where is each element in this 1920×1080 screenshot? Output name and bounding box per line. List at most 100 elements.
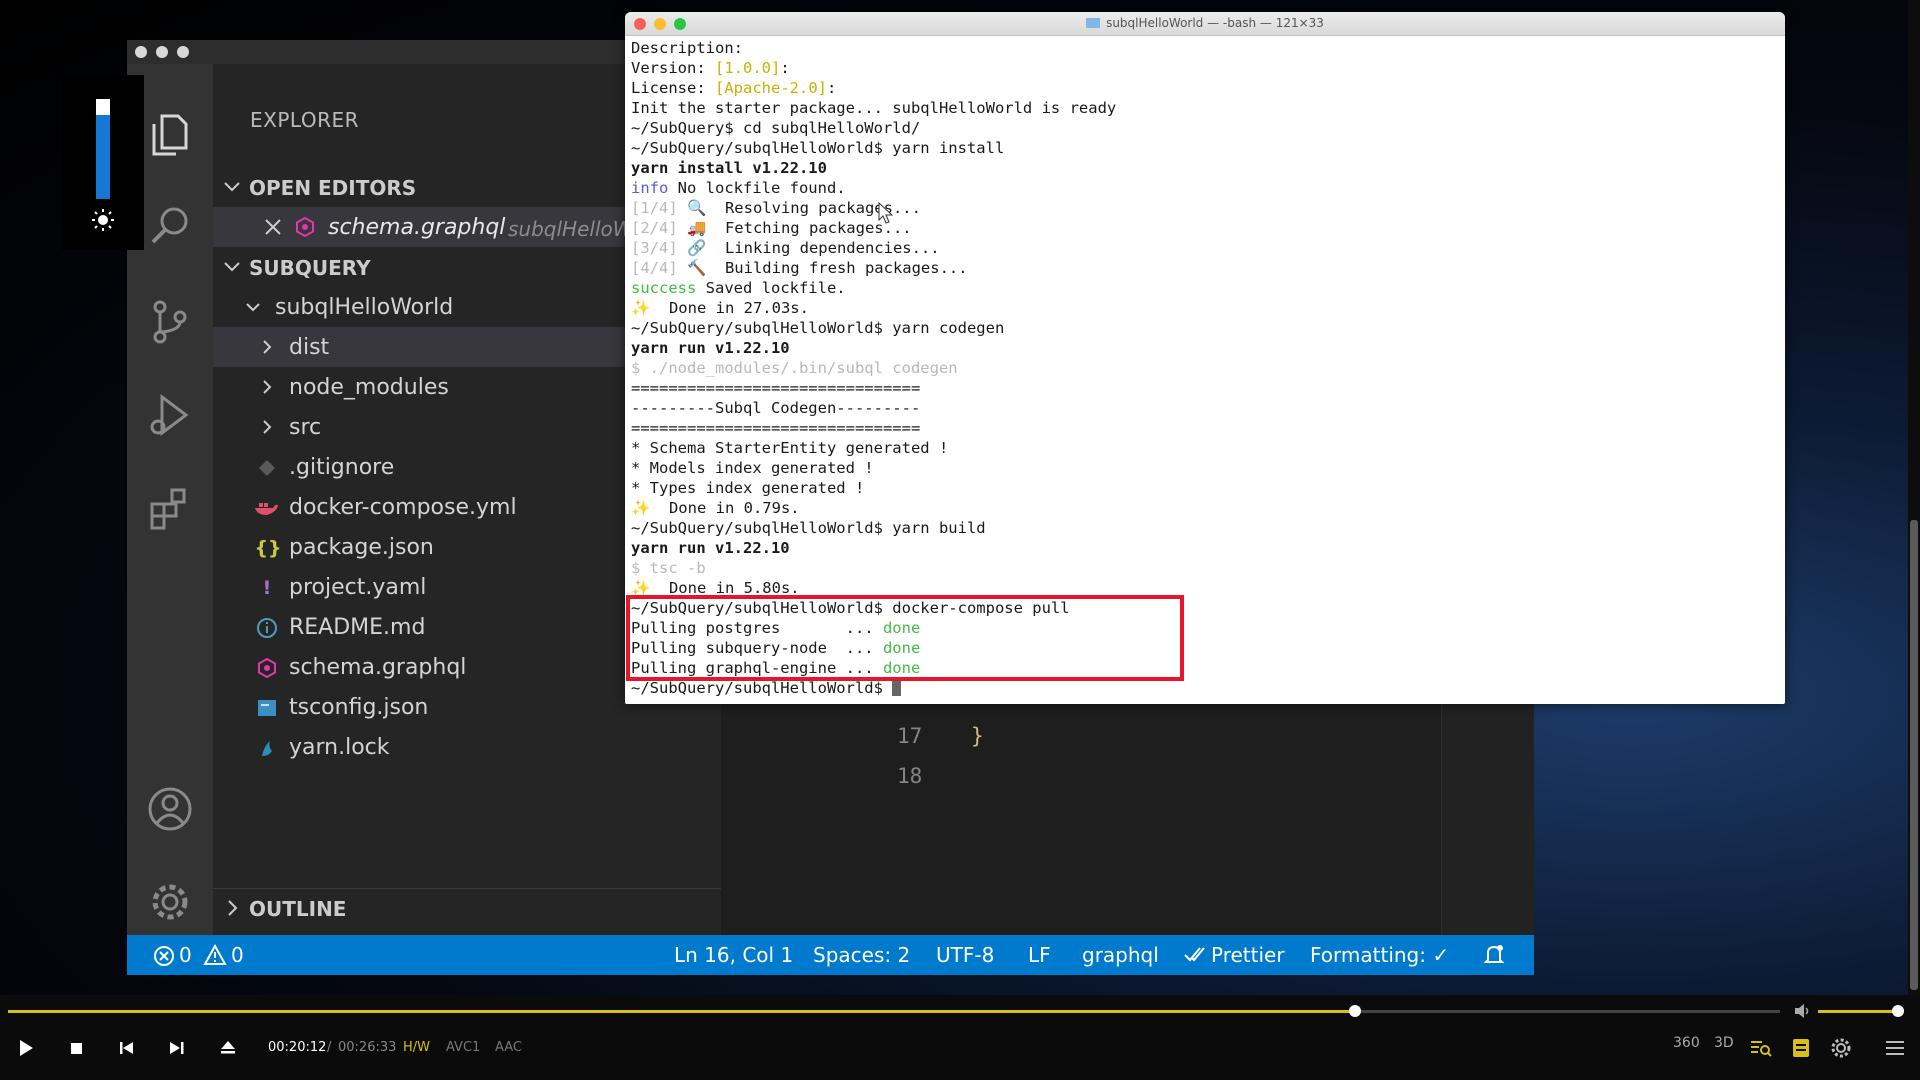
json-braces-icon: {} (254, 537, 282, 559)
terminal-line: ~/SubQuery$ cd subqlHelloWorld/ (631, 118, 1771, 138)
settings-gear-icon[interactable] (144, 876, 196, 928)
error-count[interactable]: 0 (179, 943, 192, 967)
volume-slider[interactable] (1818, 1010, 1900, 1013)
warning-icon[interactable] (203, 944, 227, 966)
terminal-text: Version: (631, 59, 715, 77)
extensions-icon[interactable] (144, 482, 196, 534)
tree-item-label: .gitignore (289, 455, 395, 480)
tree-item-label: README.md (289, 615, 426, 640)
terminal-text: Init the starter package... subqlHelloWo… (631, 99, 1117, 117)
eject-icon[interactable] (215, 1035, 241, 1061)
next-icon[interactable] (164, 1035, 190, 1061)
cursor-position[interactable]: Ln 16, Col 1 (674, 943, 793, 967)
terminal-line: * Types index generated ! (631, 478, 1771, 498)
open-editors-label: OPEN EDITORS (249, 176, 417, 200)
terminal-line: [1/4] 🔍 Resolving packages... (631, 198, 1771, 218)
terminal-text: [2/4] (631, 219, 678, 237)
previous-icon[interactable] (113, 1035, 139, 1061)
indentation[interactable]: Spaces: 2 (813, 943, 910, 967)
terminal-text: * Types index generated ! (631, 479, 865, 497)
terminal-text: [1.0.0] (715, 59, 781, 77)
end-of-line[interactable]: LF (1028, 943, 1051, 967)
tree-item-label: schema.graphql (289, 655, 467, 680)
file-encoding[interactable]: UTF-8 (936, 943, 994, 967)
mode-360-button[interactable]: 360 (1673, 1035, 1700, 1051)
terminal-cursor (892, 680, 902, 696)
menu-hamburger-icon[interactable] (1882, 1035, 1908, 1061)
terminal-text: ~/SubQuery/subqlHelloWorld$ yarn codegen (631, 319, 1005, 337)
double-check-icon (1184, 947, 1205, 962)
subquery-label: SUBQUERY (249, 256, 371, 280)
git-file-icon (259, 460, 275, 476)
terminal-text: =============================== (631, 419, 921, 437)
terminal-text: ✨ (631, 499, 651, 517)
current-time: 00:20:12 (268, 1040, 327, 1055)
run-debug-icon[interactable] (144, 389, 196, 441)
source-control-icon[interactable] (144, 295, 196, 347)
volume-handle[interactable] (1892, 1005, 1904, 1017)
media-player-controls: 00:20:12 / 00:26:33 H/W AVC1 AAC 360 3D (0, 995, 1920, 1080)
play-icon[interactable] (12, 1035, 38, 1061)
video-frame[interactable]: EXPLORER OPEN EDITORS schema.graphql sub… (0, 0, 1920, 995)
terminal-line: * Schema StarterEntity generated ! (631, 438, 1771, 458)
window-zoom-dot[interactable] (177, 46, 189, 58)
info-icon (257, 618, 277, 638)
explorer-files-icon[interactable] (144, 108, 196, 160)
terminal-text: No lockfile found. (668, 179, 846, 197)
terminal-text: [1/4] (631, 199, 678, 217)
graphql-icon (296, 216, 314, 238)
prettier-status[interactable]: Prettier (1211, 943, 1285, 967)
hw-decode-badge[interactable]: H/W (403, 1040, 430, 1055)
playlist-search-icon[interactable] (1748, 1035, 1774, 1061)
video-codec-badge[interactable]: AVC1 (446, 1040, 480, 1055)
terminal-line: $ ./node_modules/.bin/subql codegen (631, 358, 1771, 378)
formatting-status[interactable]: Formatting: ✓ (1310, 943, 1449, 967)
brightness-osd (62, 75, 144, 250)
tree-item-label: dist (289, 335, 330, 360)
terminal-line: Version: [1.0.0]: (631, 58, 1771, 78)
window-minimize-dot[interactable] (156, 46, 168, 58)
volume-icon[interactable] (1793, 1002, 1811, 1020)
terminal-line: ✨ Done in 27.03s. (631, 298, 1771, 318)
yarn-icon (262, 741, 272, 756)
window-close-dot[interactable] (135, 46, 147, 58)
warning-count[interactable]: 0 (231, 943, 244, 967)
audio-codec-badge[interactable]: AAC (495, 1040, 522, 1055)
mouse-pointer-icon (878, 202, 894, 224)
code-brace: } (971, 724, 984, 748)
terminal-text: * Schema StarterEntity generated ! (631, 439, 949, 457)
mode-3d-button[interactable]: 3D (1714, 1035, 1734, 1051)
terminal-text: * Models index generated ! (631, 459, 874, 477)
terminal-text: [3/4] (631, 239, 678, 257)
close-icon[interactable] (263, 217, 283, 237)
seek-handle[interactable] (1349, 1005, 1361, 1017)
open-editor-filename: schema.graphql (328, 215, 506, 240)
error-icon[interactable] (153, 945, 175, 967)
outline-section[interactable]: OUTLINE (213, 888, 721, 926)
settings-gear-icon[interactable] (1828, 1035, 1854, 1061)
search-icon[interactable] (144, 201, 196, 253)
tree-item-label: src (289, 415, 322, 440)
tree-file-yarn-lock[interactable]: yarn.lock (213, 727, 721, 767)
account-icon[interactable] (144, 783, 196, 835)
terminal-text: info (631, 179, 669, 197)
status-bar: 0 0 Ln 16, Col 1 Spaces: 2 UTF-8 LF grap… (127, 935, 1534, 975)
chevron-down-icon (224, 182, 240, 192)
page-scrollbar[interactable] (1908, 0, 1920, 995)
page-scrollbar-thumb[interactable] (1910, 520, 1918, 990)
terminal-text: License: (631, 79, 715, 97)
terminal-text: ~/SubQuery/subqlHelloWorld$ (631, 679, 893, 697)
explorer-title: EXPLORER (250, 108, 359, 132)
chevron-right-icon (228, 900, 238, 916)
terminal-text: ~/SubQuery$ cd subqlHelloWorld/ (631, 119, 921, 137)
notification-bell-icon[interactable] (1482, 943, 1506, 967)
terminal-text: Done in 27.03s. (650, 299, 809, 317)
subtitles-icon[interactable] (1788, 1035, 1814, 1061)
terminal-line: Description: (631, 38, 1771, 58)
chevron-down-icon (246, 303, 260, 312)
tree-item-label: docker-compose.yml (289, 495, 517, 520)
stop-icon[interactable] (63, 1035, 89, 1061)
language-mode[interactable]: graphql (1082, 943, 1159, 967)
terminal-text: $ tsc -b (631, 559, 706, 577)
tree-item-label: yarn.lock (289, 735, 390, 760)
